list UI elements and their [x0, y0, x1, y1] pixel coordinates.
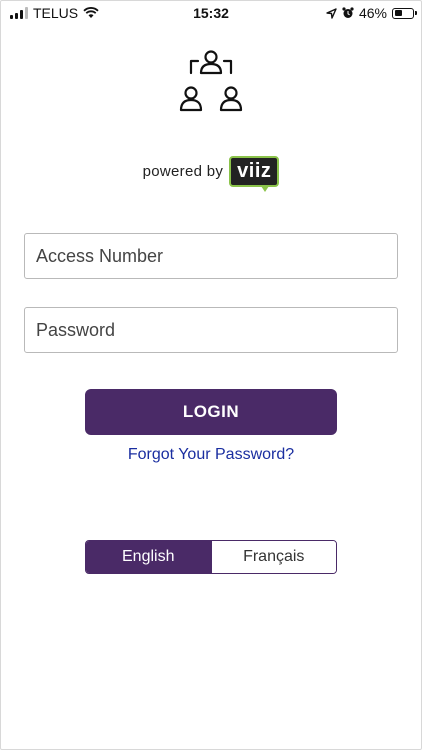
- people-network-icon: [179, 50, 243, 112]
- battery-fill: [394, 10, 402, 16]
- forgot-password-link[interactable]: Forgot Your Password?: [0, 446, 422, 464]
- alarm-icon: [342, 7, 354, 18]
- language-french-button[interactable]: Français: [210, 541, 336, 573]
- powered-by-label: powered by: [142, 163, 224, 180]
- battery-percent: 46%: [358, 5, 387, 21]
- battery-icon: [392, 7, 417, 19]
- language-toggle: English Français: [85, 540, 337, 574]
- login-button[interactable]: LOGIN: [85, 389, 337, 435]
- language-english-button[interactable]: English: [86, 541, 211, 573]
- access-number-input[interactable]: [24, 233, 398, 279]
- location-icon: [326, 7, 337, 19]
- password-input[interactable]: [24, 307, 398, 353]
- viiz-logo: viiz: [229, 156, 280, 192]
- status-bar: TELUS 15:32 46%: [0, 0, 422, 26]
- powered-by-row: powered by viiz: [0, 156, 422, 192]
- status-right: 46%: [326, 5, 417, 21]
